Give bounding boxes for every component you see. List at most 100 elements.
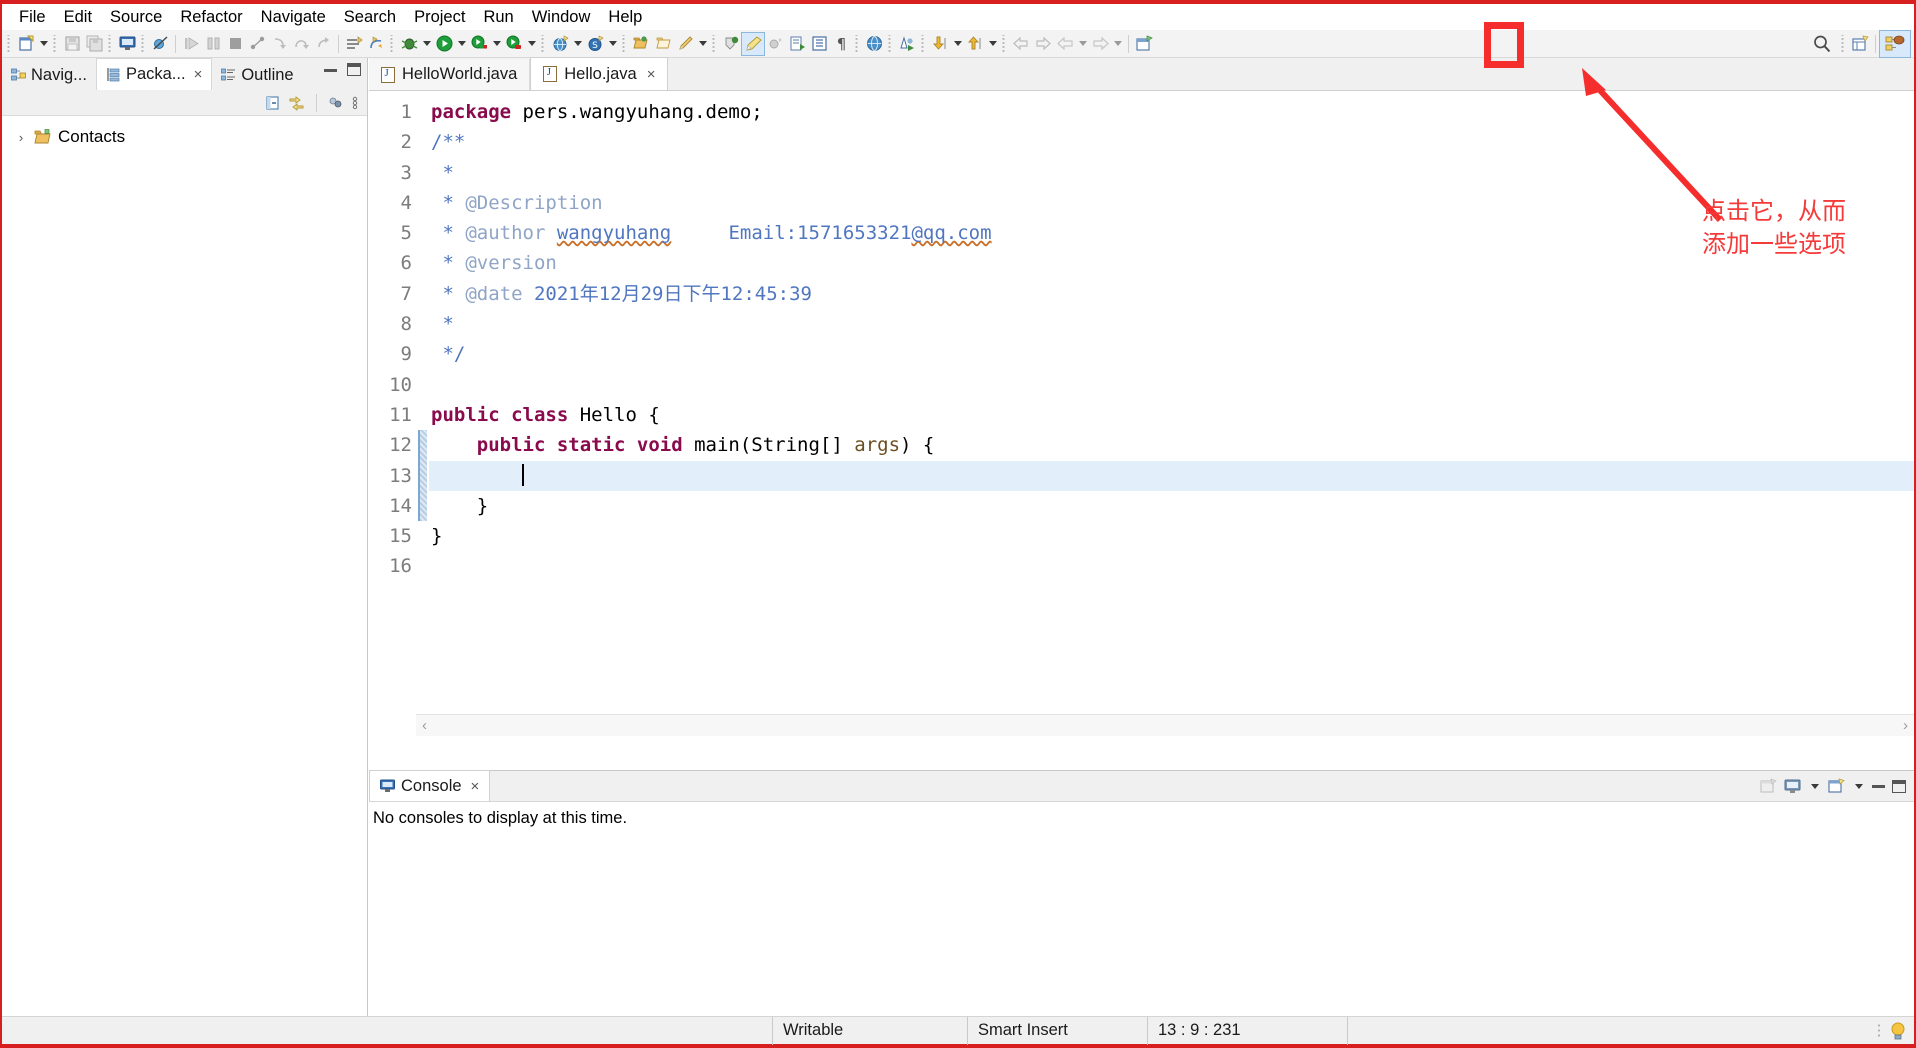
toolbar-grip-10[interactable] <box>887 34 894 53</box>
code-line[interactable] <box>429 370 1914 400</box>
resume-button[interactable] <box>180 33 202 55</box>
previous-edit-button[interactable] <box>1054 33 1076 55</box>
menu-item-edit[interactable]: Edit <box>55 6 101 29</box>
scroll-right-arrow-icon[interactable]: › <box>1903 717 1908 734</box>
next-annotation-dropdown[interactable] <box>951 33 964 55</box>
next-edit-button[interactable] <box>1089 33 1111 55</box>
toolbar-grip-13[interactable] <box>1840 34 1847 53</box>
mark-occurrences-button[interactable] <box>741 31 765 56</box>
coverage-button[interactable] <box>468 33 490 55</box>
scroll-left-arrow-icon[interactable]: ‹ <box>422 717 427 734</box>
toolbar-grip-7[interactable] <box>621 34 628 53</box>
save-button[interactable] <box>61 33 83 55</box>
suspend-button[interactable] <box>202 33 224 55</box>
back-button[interactable] <box>1010 33 1032 55</box>
new-server-dropdown[interactable] <box>571 33 584 55</box>
toolbar-grip-3[interactable] <box>107 34 114 53</box>
code-line[interactable]: /** <box>429 127 1914 157</box>
new-window-button[interactable] <box>1133 33 1155 55</box>
toolbar-grip[interactable] <box>6 34 13 53</box>
code-line[interactable]: package pers.wangyuhang.demo; <box>429 97 1914 127</box>
code-line[interactable] <box>429 551 1914 581</box>
run-dropdown[interactable] <box>455 33 468 55</box>
sidebar-tab-package-explorer-close[interactable]: × <box>194 67 203 82</box>
code-line[interactable]: public class Hello { <box>429 400 1914 430</box>
view-menu-icon[interactable] <box>328 95 344 111</box>
open-type-button[interactable] <box>630 33 652 55</box>
console-tab-close[interactable]: × <box>471 779 480 794</box>
previous-annotation-button[interactable] <box>964 33 986 55</box>
show-source-button[interactable] <box>786 33 808 55</box>
new-java-package-button[interactable] <box>343 33 365 55</box>
fold-column[interactable] <box>416 91 429 736</box>
link-with-editor-icon[interactable] <box>289 95 305 111</box>
java-perspective-button[interactable] <box>1879 29 1911 58</box>
show-whitespace-button[interactable] <box>808 33 830 55</box>
step-return-button[interactable] <box>312 33 334 55</box>
previous-edit-dropdown[interactable] <box>1076 33 1089 55</box>
open-console-dropdown[interactable] <box>1852 775 1865 797</box>
new-server-button[interactable] <box>549 33 571 55</box>
quick-access-search-button[interactable] <box>1806 27 1838 61</box>
code-line[interactable]: * @author wangyuhang Email:1571653321@qq… <box>429 218 1914 248</box>
code-text-area[interactable]: package pers.wangyuhang.demo; /** * * @De… <box>429 91 1914 736</box>
view-menu-dots-icon[interactable] <box>351 95 359 111</box>
menu-item-refactor[interactable]: Refactor <box>171 6 251 29</box>
open-perspective-button[interactable] <box>1849 33 1871 55</box>
code-line[interactable]: * @Description <box>429 188 1914 218</box>
debug-button[interactable] <box>398 33 420 55</box>
editor-tab-hello-java-close[interactable]: × <box>647 67 656 82</box>
collapse-all-icon[interactable] <box>266 95 282 111</box>
code-line[interactable]: public static void main(String[] args) { <box>429 430 1914 460</box>
toggle-breakpoint-button[interactable] <box>149 33 171 55</box>
toolbar-grip-12[interactable] <box>1001 34 1008 53</box>
new-wizard-dropdown[interactable] <box>37 33 50 55</box>
code-line[interactable]: * @date 2021年12月29日下午12:45:39 <box>429 279 1914 309</box>
next-edit-dropdown[interactable] <box>1111 33 1124 55</box>
search-type-button[interactable] <box>720 33 742 55</box>
run-button[interactable] <box>433 33 455 55</box>
minimize-console-button[interactable] <box>1872 784 1885 788</box>
code-line[interactable]: * @version <box>429 248 1914 278</box>
tip-bulb-icon[interactable] <box>1890 1021 1906 1041</box>
toolbar-grip-5[interactable] <box>389 34 396 53</box>
forward-button[interactable] <box>1032 33 1054 55</box>
coverage-dropdown[interactable] <box>490 33 503 55</box>
toolbar-grip-8[interactable] <box>711 34 718 53</box>
previous-annotation-dropdown[interactable] <box>986 33 999 55</box>
code-line[interactable]: */ <box>429 339 1914 369</box>
display-selected-console-dropdown[interactable] <box>1808 775 1821 797</box>
toolbar-grip-11[interactable] <box>920 34 927 53</box>
display-selected-console-icon[interactable] <box>1784 778 1801 795</box>
sidebar-tab-navigator[interactable]: Navig... <box>2 60 96 90</box>
edit-button[interactable] <box>674 33 696 55</box>
code-line[interactable]: } <box>429 521 1914 551</box>
toolbar-grip-2[interactable] <box>52 34 59 53</box>
tree-expand-arrow-icon[interactable]: › <box>14 130 28 145</box>
step-into-button[interactable] <box>268 33 290 55</box>
tree-item-contacts[interactable]: › Contacts <box>10 124 367 150</box>
new-wizard-button[interactable] <box>15 33 37 55</box>
edit-dropdown[interactable] <box>696 33 709 55</box>
code-line[interactable]: * <box>429 158 1914 188</box>
next-annotation-button[interactable] <box>929 33 951 55</box>
new-java-class-button[interactable] <box>365 33 387 55</box>
editor-tab-hello-java[interactable]: Hello.java × <box>530 57 669 90</box>
menu-item-navigate[interactable]: Navigate <box>252 6 335 29</box>
editor-horizontal-scrollbar[interactable]: ‹ › <box>416 714 1914 736</box>
minimize-left-panel-button[interactable] <box>324 68 337 72</box>
editor-tab-helloworld-java[interactable]: HelloWorld.java <box>369 59 531 90</box>
external-tools-dropdown[interactable] <box>525 33 538 55</box>
open-console-button[interactable] <box>116 33 138 55</box>
menu-item-search[interactable]: Search <box>335 6 405 29</box>
new-spring-dropdown[interactable] <box>606 33 619 55</box>
menu-item-help[interactable]: Help <box>599 6 651 29</box>
menu-item-window[interactable]: Window <box>523 6 600 29</box>
open-task-button[interactable] <box>652 33 674 55</box>
sidebar-tab-outline[interactable]: Outline <box>212 60 303 90</box>
code-line[interactable]: } <box>429 491 1914 521</box>
step-over-button[interactable] <box>290 33 312 55</box>
open-web-browser-button[interactable] <box>863 33 885 55</box>
status-grip[interactable] <box>1877 1022 1882 1039</box>
skip-breakpoints-button[interactable] <box>764 33 786 55</box>
